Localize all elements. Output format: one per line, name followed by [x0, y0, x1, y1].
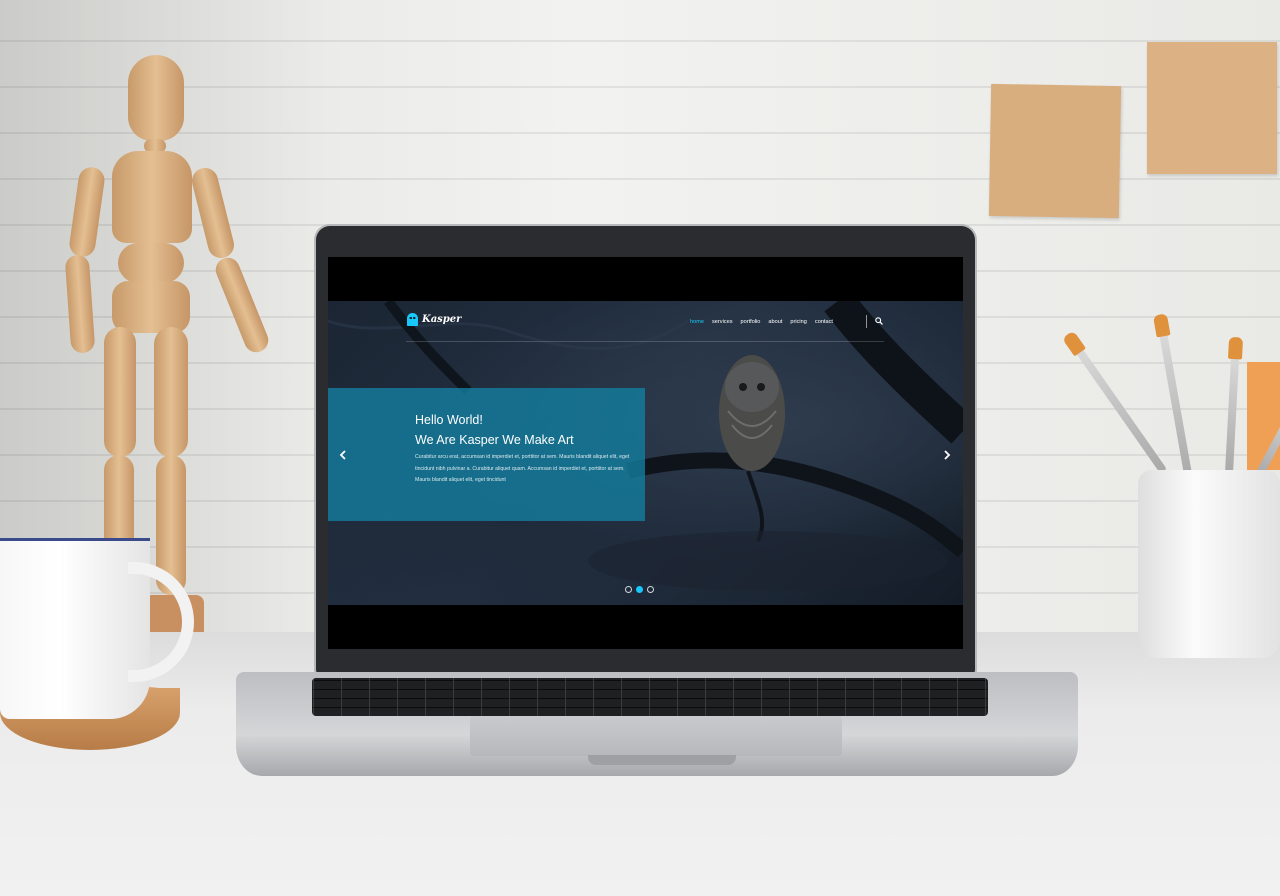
laptop-keyboard	[312, 678, 988, 716]
ghost-logo-icon	[407, 313, 418, 326]
slider-text: Curabitur arcu erat, accumsan id imperdi…	[415, 454, 630, 483]
orange-box	[1247, 362, 1280, 470]
nav-item-about[interactable]: about	[768, 319, 782, 325]
nav-item-services[interactable]: services	[712, 319, 733, 325]
site-navbar: Kasper home services portfolio about pri…	[328, 301, 963, 343]
website-hero: Kasper home services portfolio about pri…	[328, 301, 963, 605]
sticky-note	[988, 83, 1122, 219]
slider-dot[interactable]	[625, 586, 632, 593]
slider-dot[interactable]	[647, 586, 654, 593]
sticky-note	[1147, 42, 1277, 174]
slider-title-line2: We Are Kasper We Make Art	[415, 433, 574, 447]
laptop-notch	[588, 755, 736, 765]
nav-menu: home services portfolio about pricing co…	[690, 319, 833, 325]
slider-caption: Hello World! We Are Kasper We Make Art C…	[328, 388, 645, 521]
logo-text: Kasper	[422, 314, 462, 325]
slider-title: Hello World! We Are Kasper We Make Art	[415, 410, 635, 450]
search-icon[interactable]	[875, 317, 883, 325]
nav-item-pricing[interactable]: pricing	[790, 319, 806, 325]
nav-underline	[406, 341, 884, 342]
nav-item-home[interactable]: home	[690, 319, 704, 325]
brush-pot	[1138, 470, 1280, 658]
slider-dots	[625, 586, 654, 593]
nav-divider	[866, 315, 867, 328]
laptop-screen: Kasper home services portfolio about pri…	[328, 257, 963, 649]
nav-item-portfolio[interactable]: portfolio	[741, 319, 761, 325]
chevron-left-icon[interactable]	[338, 448, 348, 462]
nav-item-contact[interactable]: contact	[815, 319, 833, 325]
slider-title-line1: Hello World!	[415, 413, 483, 427]
site-logo[interactable]: Kasper	[407, 313, 461, 326]
laptop-trackpad	[470, 716, 842, 756]
chevron-right-icon[interactable]	[942, 448, 952, 462]
slider-dot-active[interactable]	[636, 586, 643, 593]
